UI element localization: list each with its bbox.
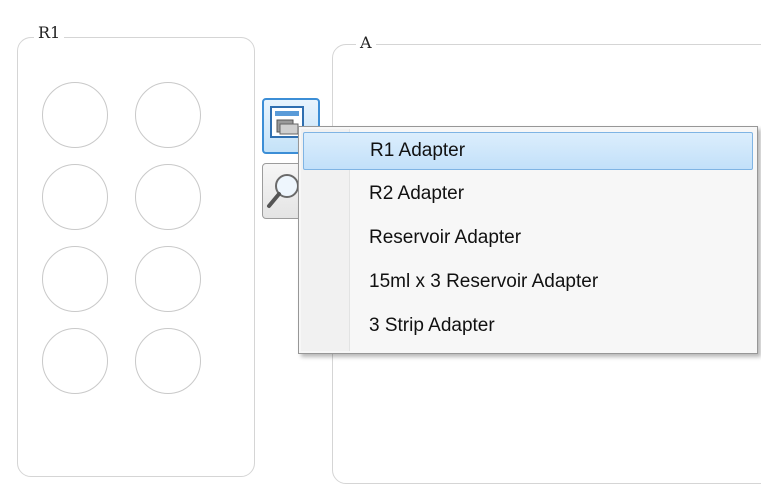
r1-well[interactable] bbox=[42, 82, 108, 148]
r1-well[interactable] bbox=[42, 164, 108, 230]
r1-well[interactable] bbox=[42, 246, 108, 312]
r1-well[interactable] bbox=[42, 328, 108, 394]
r1-well[interactable] bbox=[135, 246, 201, 312]
r1-well[interactable] bbox=[135, 82, 201, 148]
menu-item-15ml-reservoir-adapter[interactable]: 15ml x 3 Reservoir Adapter bbox=[303, 264, 753, 302]
r1-well[interactable] bbox=[135, 164, 201, 230]
r1-group-title: R1 bbox=[34, 24, 65, 42]
a-group-title: A bbox=[356, 34, 376, 52]
menu-item-3-strip-adapter[interactable]: 3 Strip Adapter bbox=[303, 308, 753, 346]
menu-item-r2-adapter[interactable]: R2 Adapter bbox=[303, 176, 753, 214]
r1-well[interactable] bbox=[135, 328, 201, 394]
menu-item-r1-adapter[interactable]: R1 Adapter bbox=[303, 132, 753, 170]
adapter-context-menu: R1 Adapter R2 Adapter Reservoir Adapter … bbox=[298, 126, 758, 354]
menu-item-reservoir-adapter[interactable]: Reservoir Adapter bbox=[303, 220, 753, 258]
